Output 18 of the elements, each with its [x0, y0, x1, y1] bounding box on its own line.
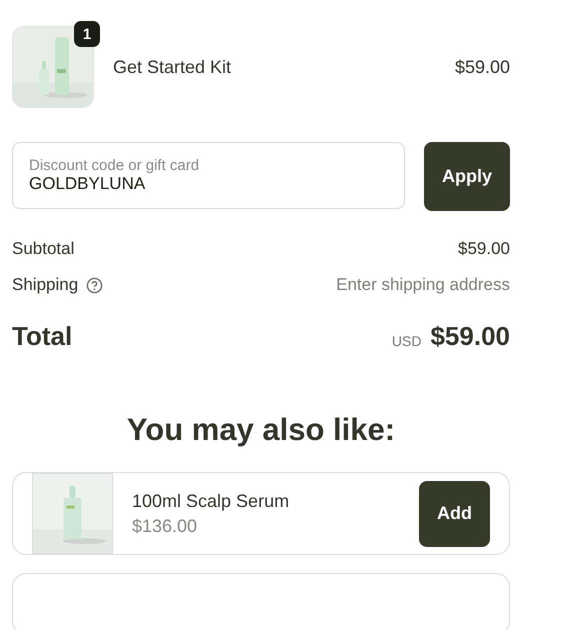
recommendations-heading: You may also like:	[126, 412, 396, 448]
discount-field[interactable]: Discount code or gift card GOLDBYLUNA	[12, 142, 405, 209]
input-field[interactable]: GOLDBYLUNA	[29, 174, 388, 194]
add-button[interactable]: Add	[419, 480, 490, 546]
apply-button[interactable]: Apply	[424, 142, 510, 211]
quantity-badge: 1	[74, 21, 100, 47]
summary-label: Subtotal	[12, 239, 74, 259]
product-name: 100ml Scalp Serum	[132, 490, 290, 512]
total-amount: $59.00	[430, 321, 510, 352]
summary-label: Shipping	[12, 275, 78, 295]
total-label: Total	[12, 321, 72, 352]
help-icon[interactable]	[86, 276, 104, 294]
summary-value: Enter shipping address	[336, 275, 510, 295]
product-price: $59.00	[454, 56, 510, 78]
summary-value: $59.00	[458, 239, 510, 259]
product-name: Get Started Kit	[113, 56, 232, 78]
product-price: $136.00	[132, 516, 198, 536]
currency-code: USD	[392, 333, 422, 349]
